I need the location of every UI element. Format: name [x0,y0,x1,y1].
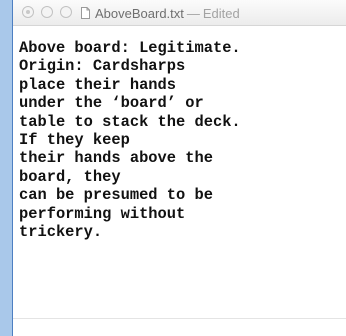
text-line: can be presumed to be [19,186,213,205]
text-line: Origin: Cardsharps [19,57,186,76]
text-line: performing without [19,204,186,223]
window-title-filename: AboveBoard.txt [95,5,184,21]
text-line: their hands above the [19,149,213,168]
title-bar[interactable]: AboveBoard.txt — Edited [13,0,346,26]
desktop-edge [0,0,13,336]
minimize-button-icon[interactable] [41,6,53,18]
bottom-divider [13,318,346,319]
text-line: Above board: Legitimate. [19,39,241,57]
text-line: board, they [19,167,121,186]
text-line: trickery. [19,223,103,242]
text-editor-window: AboveBoard.txt — Edited Above board: Leg… [13,0,346,336]
document-text-area[interactable]: Above board: Legitimate. Origin: Cardsha… [13,26,346,316]
screen: AboveBoard.txt — Edited Above board: Leg… [0,0,346,336]
window-title-separator: — [186,5,200,21]
zoom-button-icon[interactable] [60,6,72,18]
window-title: AboveBoard.txt — Edited [81,5,240,21]
text-line: table to stack the deck. [19,112,241,131]
text-line: If they keep [19,131,130,150]
document-icon [81,7,90,19]
close-button-icon[interactable] [22,6,34,18]
text-line: under the ‘board’ or [19,94,204,113]
text-line: place their hands [19,75,177,94]
window-title-status: Edited [202,5,240,21]
